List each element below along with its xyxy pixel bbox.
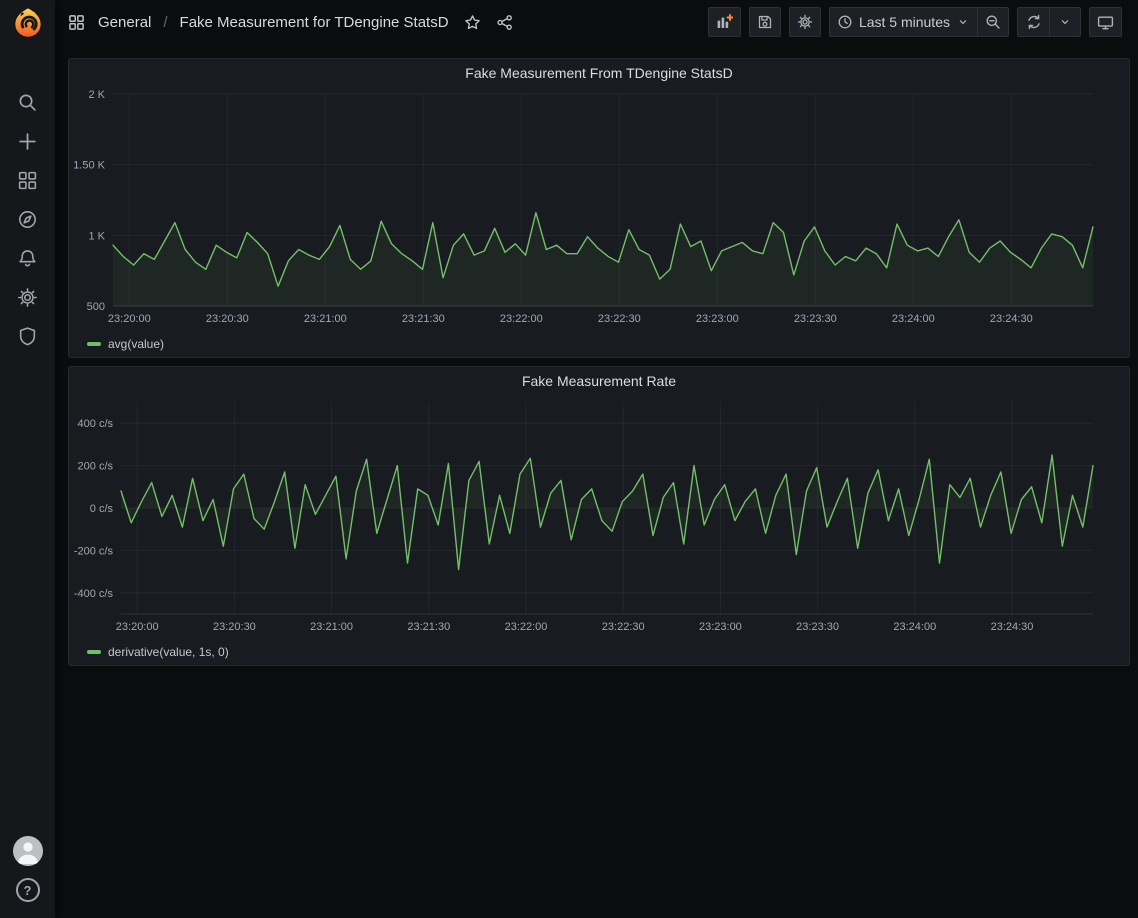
bell-icon <box>17 248 38 269</box>
share-icon <box>496 14 513 31</box>
panel-header[interactable]: Fake Measurement From TDengine StatsD <box>69 59 1129 86</box>
svg-text:23:23:30: 23:23:30 <box>796 621 839 633</box>
svg-text:-200 c/s: -200 c/s <box>74 545 114 557</box>
time-range-picker[interactable]: Last 5 minutes <box>829 7 977 37</box>
plus-icon <box>17 131 38 152</box>
dashboard-toolbar: Last 5 minutes <box>708 7 1122 37</box>
svg-text:23:23:00: 23:23:00 <box>699 621 742 633</box>
sidebar-item-search[interactable] <box>8 92 48 112</box>
svg-text:-400 c/s: -400 c/s <box>74 588 114 600</box>
svg-text:23:23:30: 23:23:30 <box>794 313 837 325</box>
svg-text:1.50 K: 1.50 K <box>73 160 105 172</box>
legend-color-swatch[interactable] <box>87 650 101 654</box>
user-avatar[interactable] <box>13 836 43 866</box>
svg-text:23:20:00: 23:20:00 <box>108 313 151 325</box>
svg-text:23:24:00: 23:24:00 <box>893 621 936 633</box>
svg-text:23:20:00: 23:20:00 <box>116 621 159 633</box>
breadcrumb-dashboard-title[interactable]: Fake Measurement for TDengine StatsD <box>180 14 449 31</box>
search-icon <box>17 92 38 113</box>
svg-text:23:22:30: 23:22:30 <box>598 313 641 325</box>
svg-text:23:23:00: 23:23:00 <box>696 313 739 325</box>
svg-text:23:24:30: 23:24:30 <box>990 313 1033 325</box>
time-controls: Last 5 minutes <box>829 7 1009 37</box>
svg-text:23:21:30: 23:21:30 <box>407 621 450 633</box>
grafana-logo[interactable] <box>0 0 55 44</box>
svg-text:500: 500 <box>87 301 105 313</box>
add-panel-button[interactable] <box>708 7 741 37</box>
zoom-out-icon <box>985 14 1001 30</box>
svg-text:23:24:00: 23:24:00 <box>892 313 935 325</box>
kiosk-monitor-icon <box>1097 14 1114 31</box>
svg-text:1 K: 1 K <box>88 230 105 242</box>
sidebar-item-explore[interactable] <box>8 209 48 229</box>
dashboard-grid: Fake Measurement From TDengine StatsD 23… <box>55 44 1138 666</box>
sidebar-item-alerting[interactable] <box>8 248 48 268</box>
panel-title: Fake Measurement From TDengine StatsD <box>465 65 732 81</box>
svg-text:200 c/s: 200 c/s <box>78 461 114 473</box>
shield-icon <box>17 326 38 347</box>
top-navbar: General / Fake Measurement for TDengine … <box>55 0 1138 44</box>
refresh-interval-dropdown[interactable] <box>1049 7 1081 37</box>
save-dashboard-button[interactable] <box>749 7 781 37</box>
legend-label[interactable]: derivative(value, 1s, 0) <box>108 645 229 659</box>
svg-text:23:21:30: 23:21:30 <box>402 313 445 325</box>
help-button[interactable]: ? <box>16 878 40 902</box>
sidebar-item-server-admin[interactable] <box>8 326 48 346</box>
svg-text:23:20:30: 23:20:30 <box>213 621 256 633</box>
gear-icon <box>17 287 38 308</box>
refresh-button[interactable] <box>1017 7 1049 37</box>
svg-text:0 c/s: 0 c/s <box>90 503 114 515</box>
timeseries-chart-avg-value[interactable]: 23:20:00 23:20:30 23:21:00 23:21:30 23:22:00… <box>69 86 1129 332</box>
cycle-view-mode-button[interactable] <box>1089 7 1122 37</box>
chevron-down-icon <box>956 15 970 29</box>
svg-text:23:24:30: 23:24:30 <box>991 621 1034 633</box>
svg-text:23:21:00: 23:21:00 <box>304 313 347 325</box>
legend-color-swatch[interactable] <box>87 342 101 346</box>
sidebar-item-create[interactable] <box>8 131 48 151</box>
refresh-controls <box>1017 7 1081 37</box>
gear-icon <box>797 14 813 30</box>
share-dashboard-button[interactable] <box>496 14 513 31</box>
star-icon <box>464 14 481 31</box>
panel-title: Fake Measurement Rate <box>522 373 676 389</box>
svg-text:23:22:00: 23:22:00 <box>505 621 548 633</box>
sidebar-item-dashboards[interactable] <box>8 170 48 190</box>
apps-grid-icon[interactable] <box>68 14 85 31</box>
dashboards-grid-icon <box>17 170 38 191</box>
panel-header[interactable]: Fake Measurement Rate <box>69 367 1129 394</box>
help-icon: ? <box>24 883 32 898</box>
grafana-flame-icon <box>13 7 43 37</box>
legend-label[interactable]: avg(value) <box>108 337 164 351</box>
legend: avg(value) <box>69 332 1129 354</box>
svg-text:400 c/s: 400 c/s <box>78 418 114 430</box>
svg-text:23:20:30: 23:20:30 <box>206 313 249 325</box>
compass-icon <box>17 209 38 230</box>
svg-text:23:22:30: 23:22:30 <box>602 621 645 633</box>
legend: derivative(value, 1s, 0) <box>69 640 1129 662</box>
breadcrumb-group[interactable]: General <box>98 14 151 31</box>
zoom-out-button[interactable] <box>977 7 1009 37</box>
svg-text:23:22:00: 23:22:00 <box>500 313 543 325</box>
save-icon <box>757 14 773 30</box>
timeseries-chart-derivative[interactable]: 23:20:00 23:20:30 23:21:00 23:21:30 23:22:00… <box>69 394 1129 640</box>
refresh-icon <box>1026 14 1042 30</box>
sidebar: ? <box>0 0 55 918</box>
star-dashboard-button[interactable] <box>464 14 481 31</box>
main-content: General / Fake Measurement for TDengine … <box>55 0 1138 666</box>
person-icon <box>13 836 43 866</box>
dashboard-settings-button[interactable] <box>789 7 821 37</box>
sidebar-item-configuration[interactable] <box>8 287 48 307</box>
panel-fake-measurement-rate: Fake Measurement Rate 23:20:0023:20:3023… <box>68 366 1130 666</box>
svg-text:23:21:00: 23:21:00 <box>310 621 353 633</box>
sidebar-bottom: ? <box>13 836 43 902</box>
chevron-down-icon <box>1058 15 1072 29</box>
add-panel-icon <box>716 14 733 30</box>
panel-fake-measurement: Fake Measurement From TDengine StatsD 23… <box>68 58 1130 358</box>
time-range-label: Last 5 minutes <box>859 14 950 30</box>
svg-text:2 K: 2 K <box>88 89 105 101</box>
sidebar-menu <box>8 92 48 346</box>
breadcrumb-separator: / <box>163 14 167 31</box>
clock-icon <box>837 14 853 30</box>
